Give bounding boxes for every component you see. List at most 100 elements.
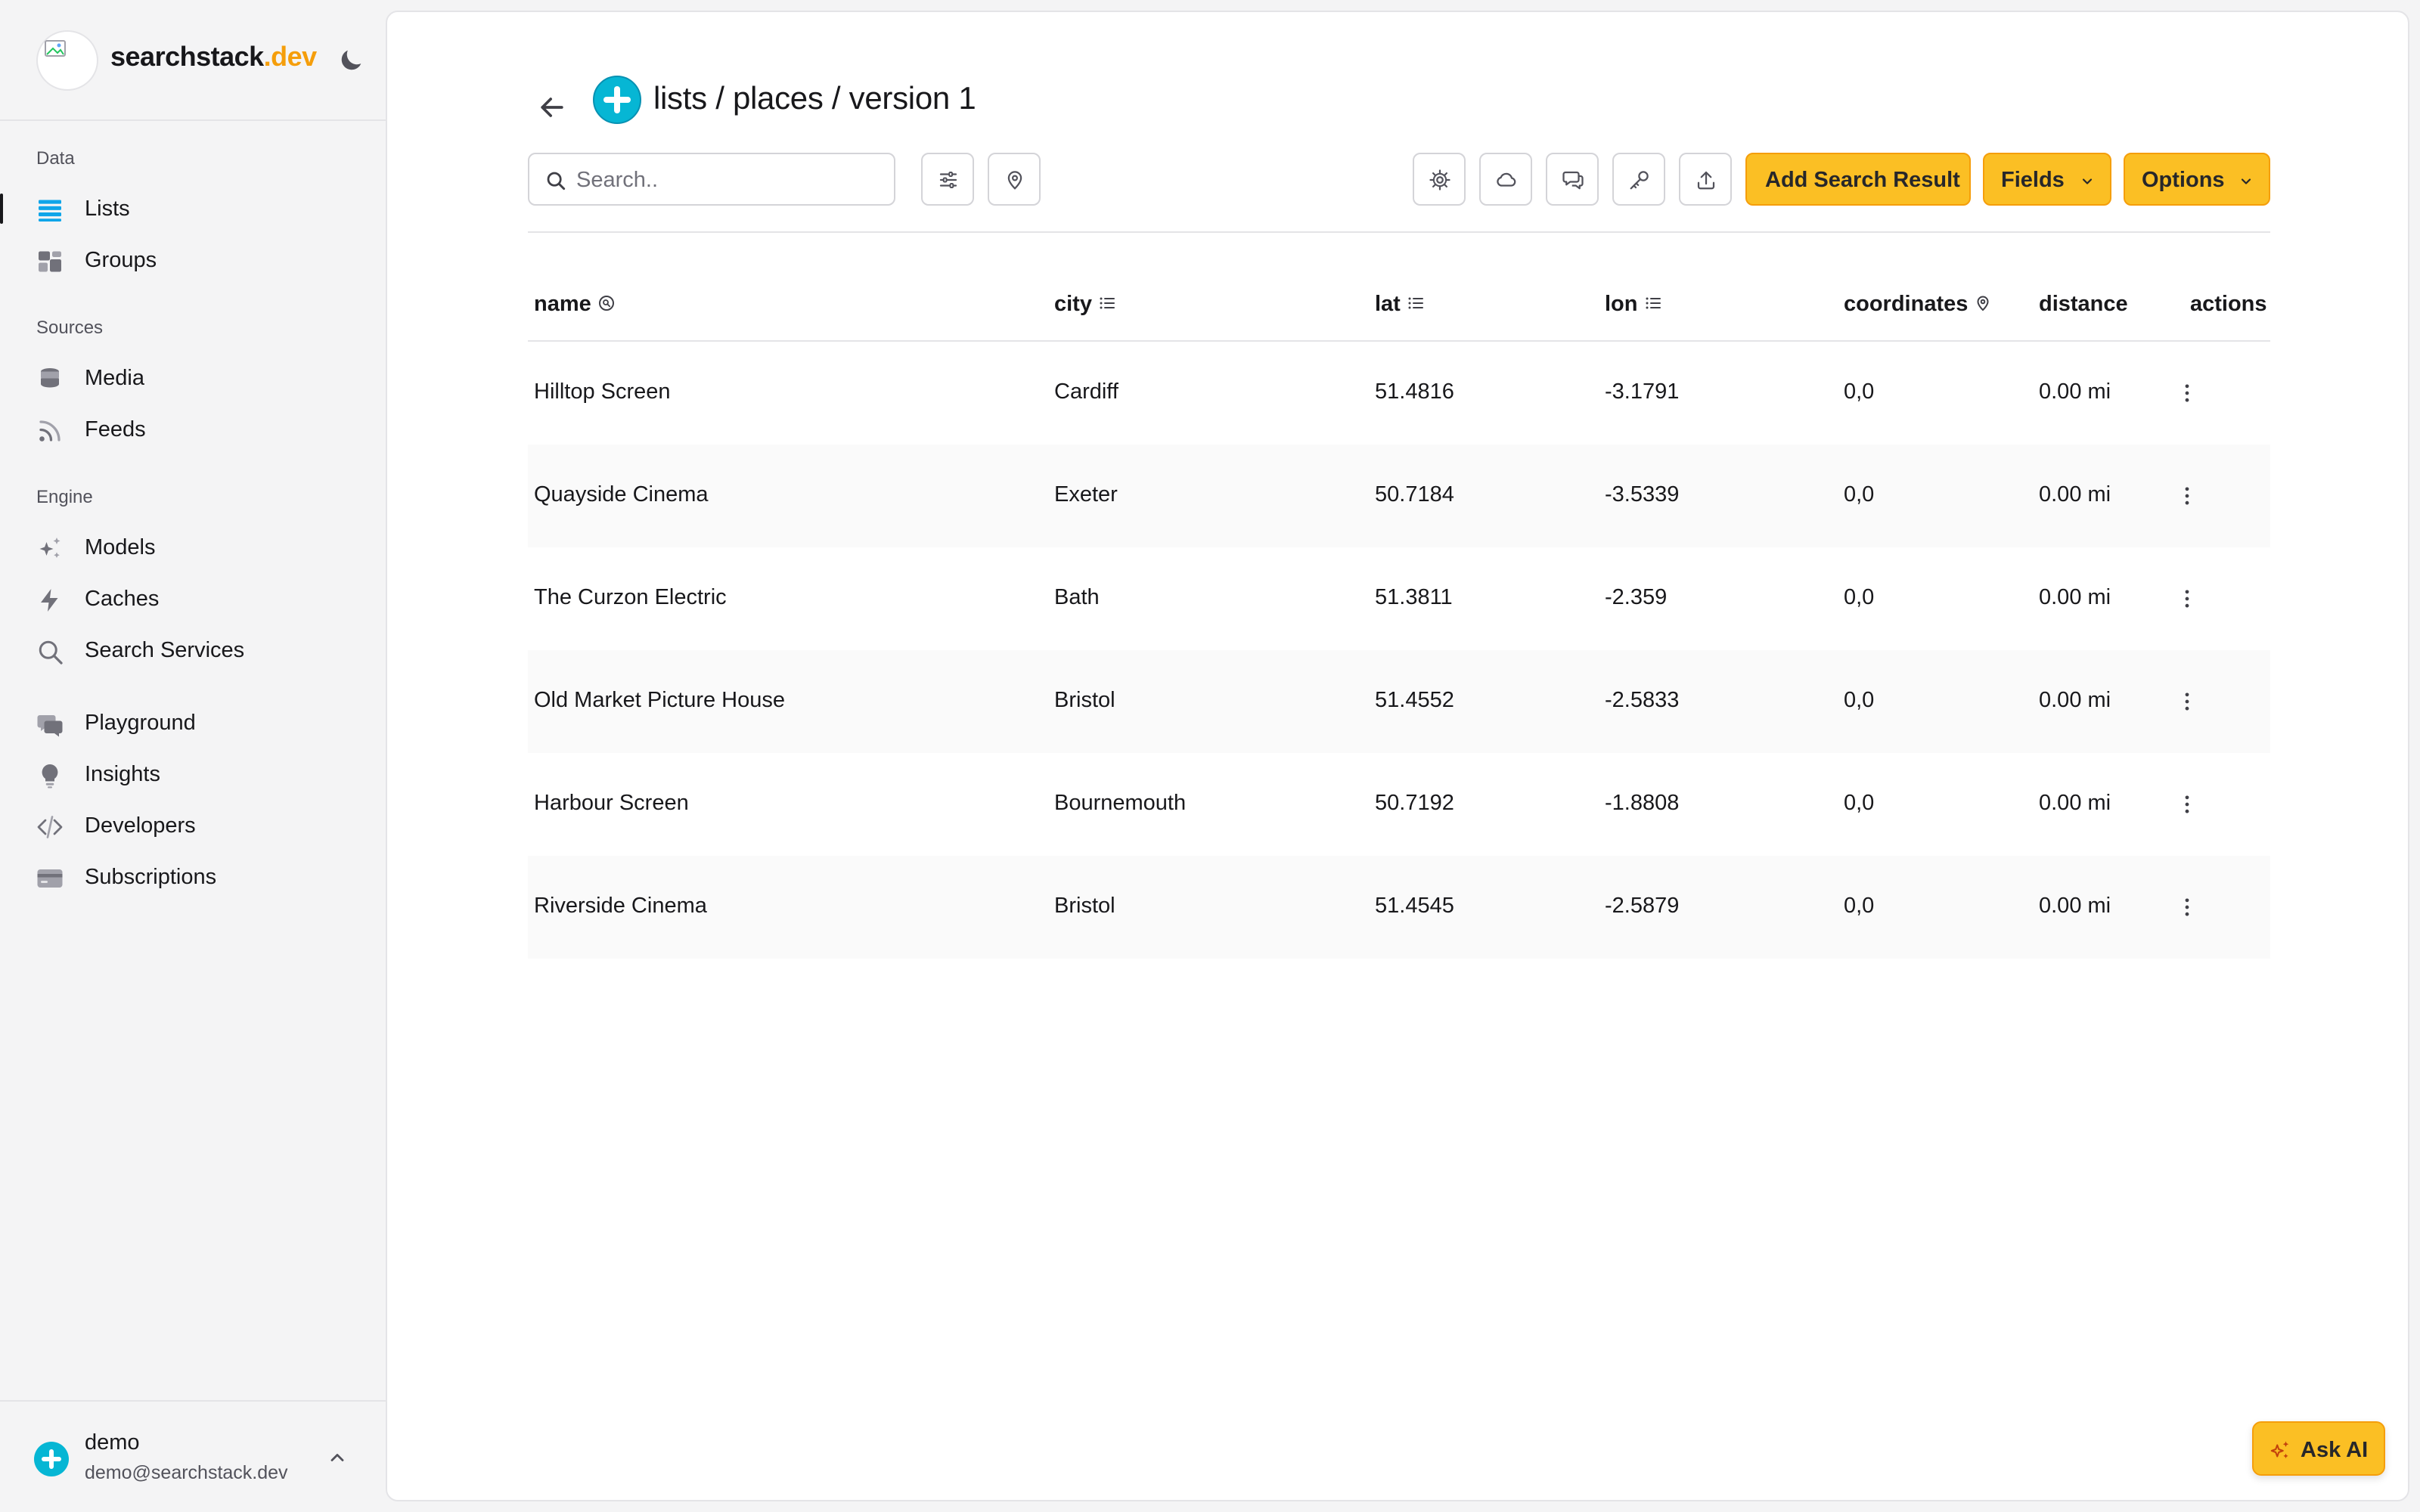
filter-button[interactable] — [921, 153, 974, 206]
sidebar-item-developers[interactable]: Developers — [0, 801, 386, 850]
cell-coordinates: 0,0 — [1844, 688, 1875, 712]
sidebar-item-feeds[interactable]: Feeds — [0, 405, 386, 454]
sidebar-item-subscriptions[interactable]: Subscriptions — [0, 853, 386, 901]
cell-lon: -3.5339 — [1605, 482, 1680, 507]
location-filter-button[interactable] — [988, 153, 1041, 206]
sidebar-item-label: Media — [85, 366, 144, 390]
sidebar-item-media[interactable]: Media — [0, 354, 386, 402]
cell-lon: -2.5833 — [1605, 688, 1680, 712]
list-field-icon — [1646, 297, 1661, 309]
cell-lat: 51.4816 — [1375, 380, 1454, 404]
sidebar-item-lists[interactable]: Lists — [0, 184, 386, 233]
sidebar-item-models[interactable]: Models — [0, 523, 386, 572]
sparkles-icon — [2270, 1441, 2289, 1458]
cell-city: Cardiff — [1054, 380, 1118, 404]
chat-icon — [37, 715, 63, 737]
add-search-result-button[interactable]: Add Search Result — [1745, 153, 1971, 206]
toolbar-divider — [528, 231, 2270, 233]
cell-name: Riverside Cinema — [534, 894, 707, 918]
location-pin-icon — [1977, 296, 1989, 311]
plus-circle-icon — [593, 76, 641, 124]
search-box[interactable] — [528, 153, 895, 206]
sidebar-item-caches[interactable]: Caches — [0, 575, 386, 623]
sidebar-item-label: Models — [85, 535, 156, 559]
cell-lon: -2.5879 — [1605, 894, 1680, 918]
chat-button[interactable] — [1546, 153, 1599, 206]
table-row[interactable]: Riverside Cinema Bristol 51.4545 -2.5879… — [528, 856, 2270, 959]
main-panel: lists / places / version 1 Search.. Add … — [386, 11, 2409, 1501]
column-header-lon[interactable]: lon — [1605, 292, 1662, 317]
dark-mode-toggle[interactable] — [336, 45, 366, 76]
cell-coordinates: 0,0 — [1844, 894, 1875, 918]
table-row[interactable]: The Curzon Electric Bath 51.3811 -2.359 … — [528, 547, 2270, 650]
row-actions-button[interactable] — [2170, 891, 2204, 924]
column-label: coordinates — [1844, 292, 1969, 316]
column-header-city[interactable]: city — [1054, 292, 1116, 317]
sidebar-item-label: Insights — [85, 762, 160, 786]
chevron-up-icon — [330, 1454, 344, 1461]
user-email: demo@searchstack.dev — [85, 1462, 288, 1483]
table-header: name city lat lon coordinates distance a… — [528, 269, 2270, 342]
api-key-button[interactable] — [1612, 153, 1665, 206]
cell-city: Bristol — [1054, 894, 1115, 918]
cloud-button[interactable] — [1479, 153, 1532, 206]
search-input[interactable] — [576, 162, 879, 198]
row-actions-button[interactable] — [2170, 582, 2204, 615]
search-icon — [39, 640, 63, 665]
upload-button[interactable] — [1679, 153, 1732, 206]
more-vertical-icon — [2185, 898, 2189, 916]
sidebar-item-label: Search Services — [85, 638, 245, 662]
column-header-actions: actions — [2190, 292, 2267, 317]
location-pin-icon — [1007, 171, 1022, 190]
cell-lon: -1.8808 — [1605, 791, 1680, 815]
cell-distance: 0.00 mi — [2039, 791, 2111, 815]
sidebar-item-playground[interactable]: Playground — [0, 699, 386, 747]
table-row[interactable]: Harbour Screen Bournemouth 50.7192 -1.88… — [528, 753, 2270, 856]
lightbulb-icon — [42, 764, 58, 789]
table-row[interactable]: Quayside Cinema Exeter 50.7184 -3.5339 0… — [528, 445, 2270, 547]
brand-name-suffix: .dev — [263, 41, 318, 72]
cell-name: Old Market Picture House — [534, 688, 786, 712]
row-actions-button[interactable] — [2170, 788, 2204, 821]
ask-ai-button[interactable]: Ask AI — [2252, 1421, 2385, 1476]
cell-distance: 0.00 mi — [2039, 894, 2111, 918]
code-icon — [37, 816, 63, 838]
cell-city: Bath — [1054, 585, 1100, 609]
fields-dropdown-button[interactable]: Fields — [1983, 153, 2111, 206]
brand-header: searchstack.dev — [0, 0, 386, 121]
arrow-left-icon — [541, 98, 563, 117]
column-header-lat[interactable]: lat — [1375, 292, 1425, 317]
list-icon — [39, 200, 61, 222]
back-button[interactable] — [535, 91, 569, 124]
more-vertical-icon — [2185, 795, 2189, 813]
cell-distance: 0.00 mi — [2039, 482, 2111, 507]
cell-coordinates: 0,0 — [1844, 380, 1875, 404]
cell-distance: 0.00 mi — [2039, 688, 2111, 712]
cloud-icon — [1497, 172, 1516, 187]
more-vertical-icon — [2185, 487, 2189, 505]
cell-name: Harbour Screen — [534, 791, 689, 815]
column-header-name[interactable]: name — [534, 292, 616, 317]
sidebar-item-groups[interactable]: Groups — [0, 236, 386, 284]
user-menu[interactable]: demo demo@searchstack.dev — [0, 1400, 386, 1512]
column-header-distance[interactable]: distance — [2039, 292, 2128, 317]
table-row[interactable]: Old Market Picture House Bristol 51.4552… — [528, 650, 2270, 753]
row-actions-button[interactable] — [2170, 479, 2204, 513]
options-dropdown-button[interactable]: Options — [2124, 153, 2270, 206]
column-label: city — [1054, 292, 1092, 316]
settings-button[interactable] — [1413, 153, 1466, 206]
list-field-icon — [1408, 297, 1423, 309]
sidebar-item-search-services[interactable]: Search Services — [0, 626, 386, 674]
column-label: lon — [1605, 292, 1638, 316]
row-actions-button[interactable] — [2170, 376, 2204, 410]
table-row[interactable]: Hilltop Screen Cardiff 51.4816 -3.1791 0… — [528, 342, 2270, 445]
groups-icon — [39, 251, 61, 272]
brand-name[interactable]: searchstack.dev — [110, 41, 317, 73]
column-label: actions — [2190, 292, 2267, 316]
sidebar-item-insights[interactable]: Insights — [0, 750, 386, 798]
cell-city: Bristol — [1054, 688, 1115, 712]
row-actions-button[interactable] — [2170, 685, 2204, 718]
column-header-coordinates[interactable]: coordinates — [1844, 292, 1992, 317]
broken-logo-image — [36, 30, 98, 91]
gear-icon — [1429, 169, 1450, 191]
